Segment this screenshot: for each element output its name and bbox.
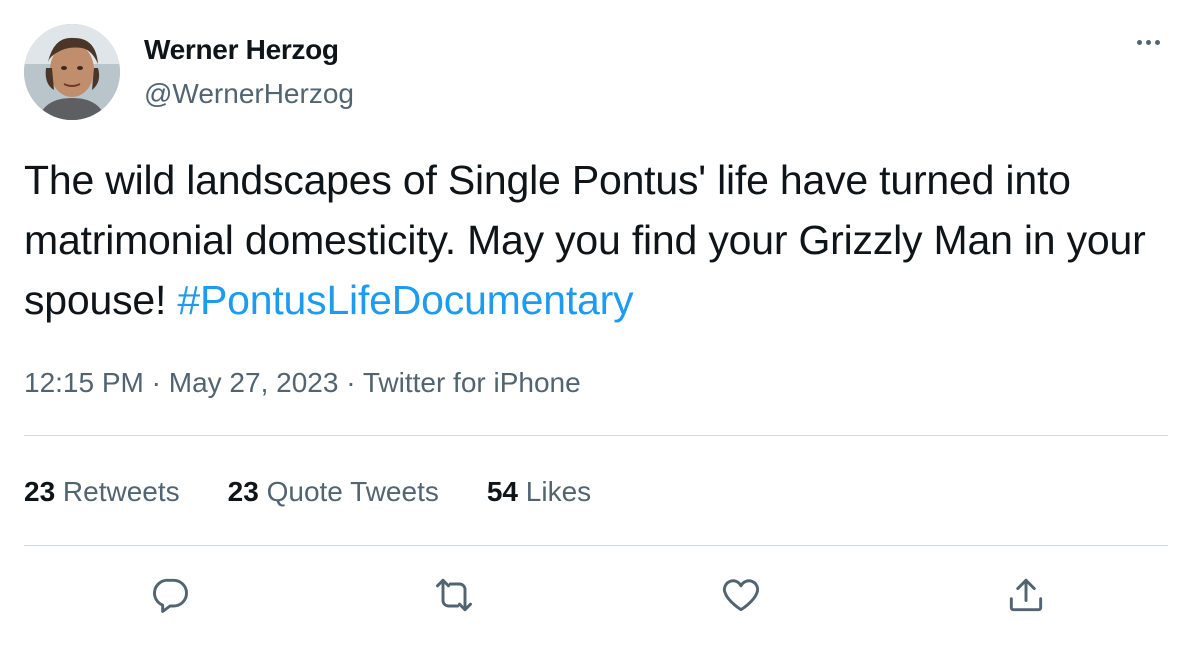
quote-tweets-label: Quote Tweets [258, 476, 439, 507]
tweet-source[interactable]: Twitter for iPhone [363, 367, 581, 398]
author-handle[interactable]: @WernerHerzog [144, 77, 354, 111]
more-icon-dot [1145, 40, 1151, 45]
like-button[interactable] [716, 570, 766, 620]
retweets-stat[interactable]: 23 Retweets [24, 474, 180, 510]
divider [24, 545, 1168, 546]
tweet-metadata: 12:15 PM · May 27, 2023 · Twitter for iP… [24, 365, 581, 401]
tweet-time[interactable]: 12:15 PM [24, 367, 144, 398]
divider [24, 435, 1168, 436]
action-bar [0, 570, 1192, 620]
tweet-header: Werner Herzog @WernerHerzog [24, 24, 1168, 120]
meta-separator: · [338, 367, 363, 398]
tweet-card: Werner Herzog @WernerHerzog The wild lan… [0, 0, 1192, 668]
meta-separator: · [143, 367, 169, 398]
hashtag-link[interactable]: #PontusLifeDocumentary [177, 277, 633, 323]
quote-tweets-count: 23 [227, 476, 259, 507]
reply-button[interactable] [145, 570, 195, 620]
author-info: Werner Herzog @WernerHerzog [144, 24, 354, 120]
more-icon [1136, 40, 1142, 45]
retweets-label: Retweets [55, 476, 180, 507]
avatar[interactable] [24, 24, 120, 120]
likes-stat[interactable]: 54 Likes [487, 474, 591, 510]
quote-tweets-stat[interactable]: 23 Quote Tweets [228, 474, 439, 510]
more-options-button[interactable] [1128, 24, 1168, 64]
retweet-icon [436, 578, 472, 612]
retweets-count: 23 [24, 476, 56, 507]
more-icon-dot [1154, 40, 1160, 45]
likes-count: 54 [486, 476, 518, 507]
tweet-text: The wild landscapes of Single Pontus' li… [24, 150, 1164, 330]
likes-label: Likes [518, 476, 592, 507]
author-display-name[interactable]: Werner Herzog [144, 33, 354, 67]
share-button[interactable] [1001, 570, 1051, 620]
retweet-button[interactable] [429, 570, 479, 620]
tweet-stats: 23 Retweets 23 Quote Tweets 54 Likes [24, 474, 639, 510]
tweet-date[interactable]: May 27, 2023 [169, 367, 339, 398]
heart-icon [722, 579, 760, 612]
reply-icon [153, 578, 188, 613]
share-icon [1009, 578, 1043, 612]
